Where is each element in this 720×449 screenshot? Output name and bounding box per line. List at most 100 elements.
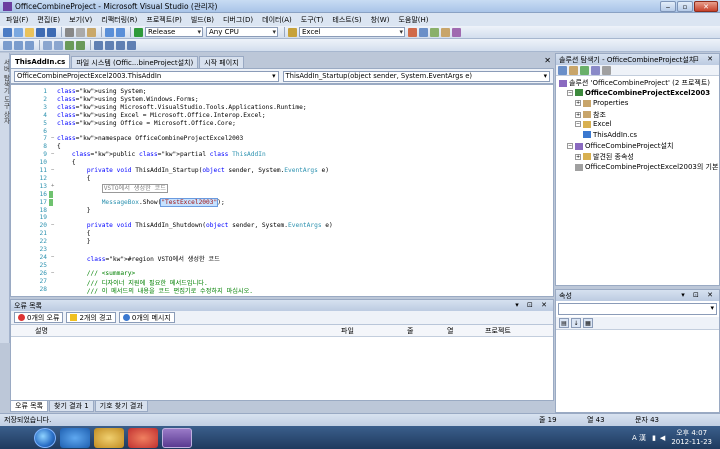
fold-toggle-icon[interactable]: − xyxy=(51,254,54,260)
file-explorer-icon[interactable] xyxy=(94,427,124,448)
document-tab[interactable]: 파일 시스템 (Offic...bineProject설치) xyxy=(71,56,199,68)
left-tool-strip[interactable]: 서버 탐색기 도구 상자 xyxy=(0,53,10,343)
fold-toggle-icon[interactable]: + xyxy=(51,183,54,189)
view-designer-icon[interactable] xyxy=(602,65,611,75)
document-tab[interactable]: 시작 페이지 xyxy=(199,56,244,68)
bottom-tab[interactable]: 오류 목록 xyxy=(10,401,48,412)
volume-icon[interactable]: ◀ xyxy=(660,434,665,442)
view-code-icon[interactable] xyxy=(591,65,600,75)
panel-buttons[interactable]: ▾ ⊡ ✕ xyxy=(681,291,716,299)
cut-icon[interactable] xyxy=(65,27,74,37)
configuration-select[interactable]: Release xyxy=(145,27,203,37)
menu-item[interactable]: 빌드(B) xyxy=(191,15,214,25)
menu-item[interactable]: 파일(F) xyxy=(6,15,28,25)
tree-node[interactable]: − OfficeCombineProjectExcel2003 xyxy=(567,89,710,97)
visual-studio-taskbar-icon[interactable] xyxy=(162,427,192,448)
menu-item[interactable]: 도구(T) xyxy=(301,15,324,25)
close-button[interactable]: ✕ xyxy=(694,1,718,12)
alphabetical-icon[interactable]: ↓ xyxy=(571,318,581,328)
menu-item[interactable]: 리팩터링(R) xyxy=(101,15,137,25)
menu-item[interactable]: 프로젝트(P) xyxy=(146,15,181,25)
warnings-filter-button[interactable]: 2개의 경고 xyxy=(66,312,116,323)
property-pages-icon[interactable]: ▦ xyxy=(583,318,593,328)
expand-toggle-icon[interactable]: − xyxy=(567,143,573,149)
save-icon[interactable] xyxy=(36,27,45,37)
error-column-header[interactable]: 설명 xyxy=(35,326,48,336)
error-column-header[interactable]: 줄 xyxy=(407,326,413,336)
error-column-header[interactable]: 파일 xyxy=(341,326,354,336)
tree-node[interactable]: − OfficeCombineProject설치 xyxy=(567,141,673,151)
fold-toggle-icon[interactable]: − xyxy=(51,222,54,228)
network-icon[interactable]: ▮ xyxy=(652,434,656,442)
object-select[interactable] xyxy=(558,303,717,315)
bookmark-icon[interactable] xyxy=(94,40,103,50)
open-icon[interactable] xyxy=(25,27,34,37)
categorized-icon[interactable]: ▤ xyxy=(559,318,569,328)
parameter-info-icon[interactable] xyxy=(14,40,23,50)
find-combo[interactable]: Excel xyxy=(299,27,405,37)
member-combo[interactable]: ThisAddIn_Startup(object sender, System.… xyxy=(282,70,550,82)
comment-icon[interactable] xyxy=(65,40,74,50)
start-debugging-icon[interactable] xyxy=(134,27,143,37)
start-page-icon[interactable] xyxy=(452,27,461,37)
minimize-button[interactable]: ‒ xyxy=(660,1,676,12)
solution-explorer-icon[interactable] xyxy=(408,27,417,37)
new-project-icon[interactable] xyxy=(3,27,12,37)
menu-item[interactable]: 디버그(D) xyxy=(223,15,253,25)
bottom-tab[interactable]: 기호 찾기 결과 xyxy=(94,401,148,412)
uncomment-icon[interactable] xyxy=(76,40,85,50)
find-in-files-icon[interactable] xyxy=(288,27,297,37)
menu-item[interactable]: 테스트(S) xyxy=(332,15,361,25)
start-button[interactable] xyxy=(34,427,56,448)
close-document-icon[interactable]: ✕ xyxy=(544,56,551,65)
messages-filter-button[interactable]: 0개의 메시지 xyxy=(118,312,175,323)
document-tab[interactable]: ThisAddIn.cs xyxy=(10,54,71,68)
add-item-icon[interactable] xyxy=(14,27,23,37)
undo-icon[interactable] xyxy=(105,27,114,37)
save-all-icon[interactable] xyxy=(47,27,56,37)
previous-bookmark-icon[interactable] xyxy=(105,40,114,50)
platform-select[interactable]: Any CPU xyxy=(206,27,278,37)
errors-filter-button[interactable]: 0개의 오류 xyxy=(14,312,64,323)
app-icon[interactable] xyxy=(128,427,158,448)
expand-toggle-icon[interactable]: − xyxy=(575,121,581,127)
tree-node[interactable]: OfficeCombineProjectExcel2003의 기본 출 xyxy=(575,162,720,172)
next-bookmark-icon[interactable] xyxy=(116,40,125,50)
clear-bookmarks-icon[interactable] xyxy=(127,40,136,50)
menu-item[interactable]: 창(W) xyxy=(371,15,390,25)
tree-node[interactable]: + Properties xyxy=(575,99,628,107)
paste-icon[interactable] xyxy=(87,27,96,37)
show-all-files-icon[interactable] xyxy=(569,65,578,75)
menu-item[interactable]: 도움말(H) xyxy=(398,15,428,25)
error-column-header[interactable]: 프로젝트 xyxy=(485,326,511,336)
expand-toggle-icon[interactable]: − xyxy=(567,89,573,96)
copy-icon[interactable] xyxy=(76,27,85,37)
menu-item[interactable]: 편집(E) xyxy=(37,15,60,25)
code-editor[interactable]: 1 class="kw">using System; 2 class="kw">usi… xyxy=(10,84,554,297)
tree-node[interactable]: 솔루션 'OfficeCombineProject' (2 프로젝트) xyxy=(559,78,710,88)
menu-item[interactable]: 데이터(A) xyxy=(262,15,292,25)
tree-node[interactable]: − Excel xyxy=(575,120,612,128)
panel-buttons[interactable]: ▾ ⊡ ✕ xyxy=(515,301,550,309)
tree-node[interactable]: ThisAddIn.cs xyxy=(583,131,637,139)
panel-buttons[interactable]: ⊡ ✕ xyxy=(693,55,716,63)
toolbox-icon[interactable] xyxy=(441,27,450,37)
maximize-button[interactable]: ▫ xyxy=(677,1,693,12)
clock[interactable]: 오후 4:07 2012-11-23 xyxy=(671,429,712,447)
decrease-indent-icon[interactable] xyxy=(43,40,52,50)
properties-icon[interactable] xyxy=(419,27,428,37)
redo-icon[interactable] xyxy=(116,27,125,37)
expand-toggle-icon[interactable]: + xyxy=(575,111,581,118)
expand-toggle-icon[interactable]: + xyxy=(575,153,581,160)
quick-info-icon[interactable] xyxy=(25,40,34,50)
tree-node[interactable]: + 발견된 종속성 xyxy=(575,152,634,162)
class-combo[interactable]: OfficeCombineProjectExcel2003.ThisAddIn xyxy=(14,70,279,82)
fold-toggle-icon[interactable]: − xyxy=(51,167,54,173)
refresh-icon[interactable] xyxy=(580,65,589,75)
fold-toggle-icon[interactable]: − xyxy=(51,270,54,276)
properties-icon[interactable] xyxy=(558,65,567,75)
internet-explorer-icon[interactable] xyxy=(60,427,90,448)
fold-toggle-icon[interactable]: − xyxy=(51,135,54,141)
error-column-header[interactable]: 열 xyxy=(447,326,453,336)
ime-indicator[interactable]: A 漢 xyxy=(632,433,646,443)
